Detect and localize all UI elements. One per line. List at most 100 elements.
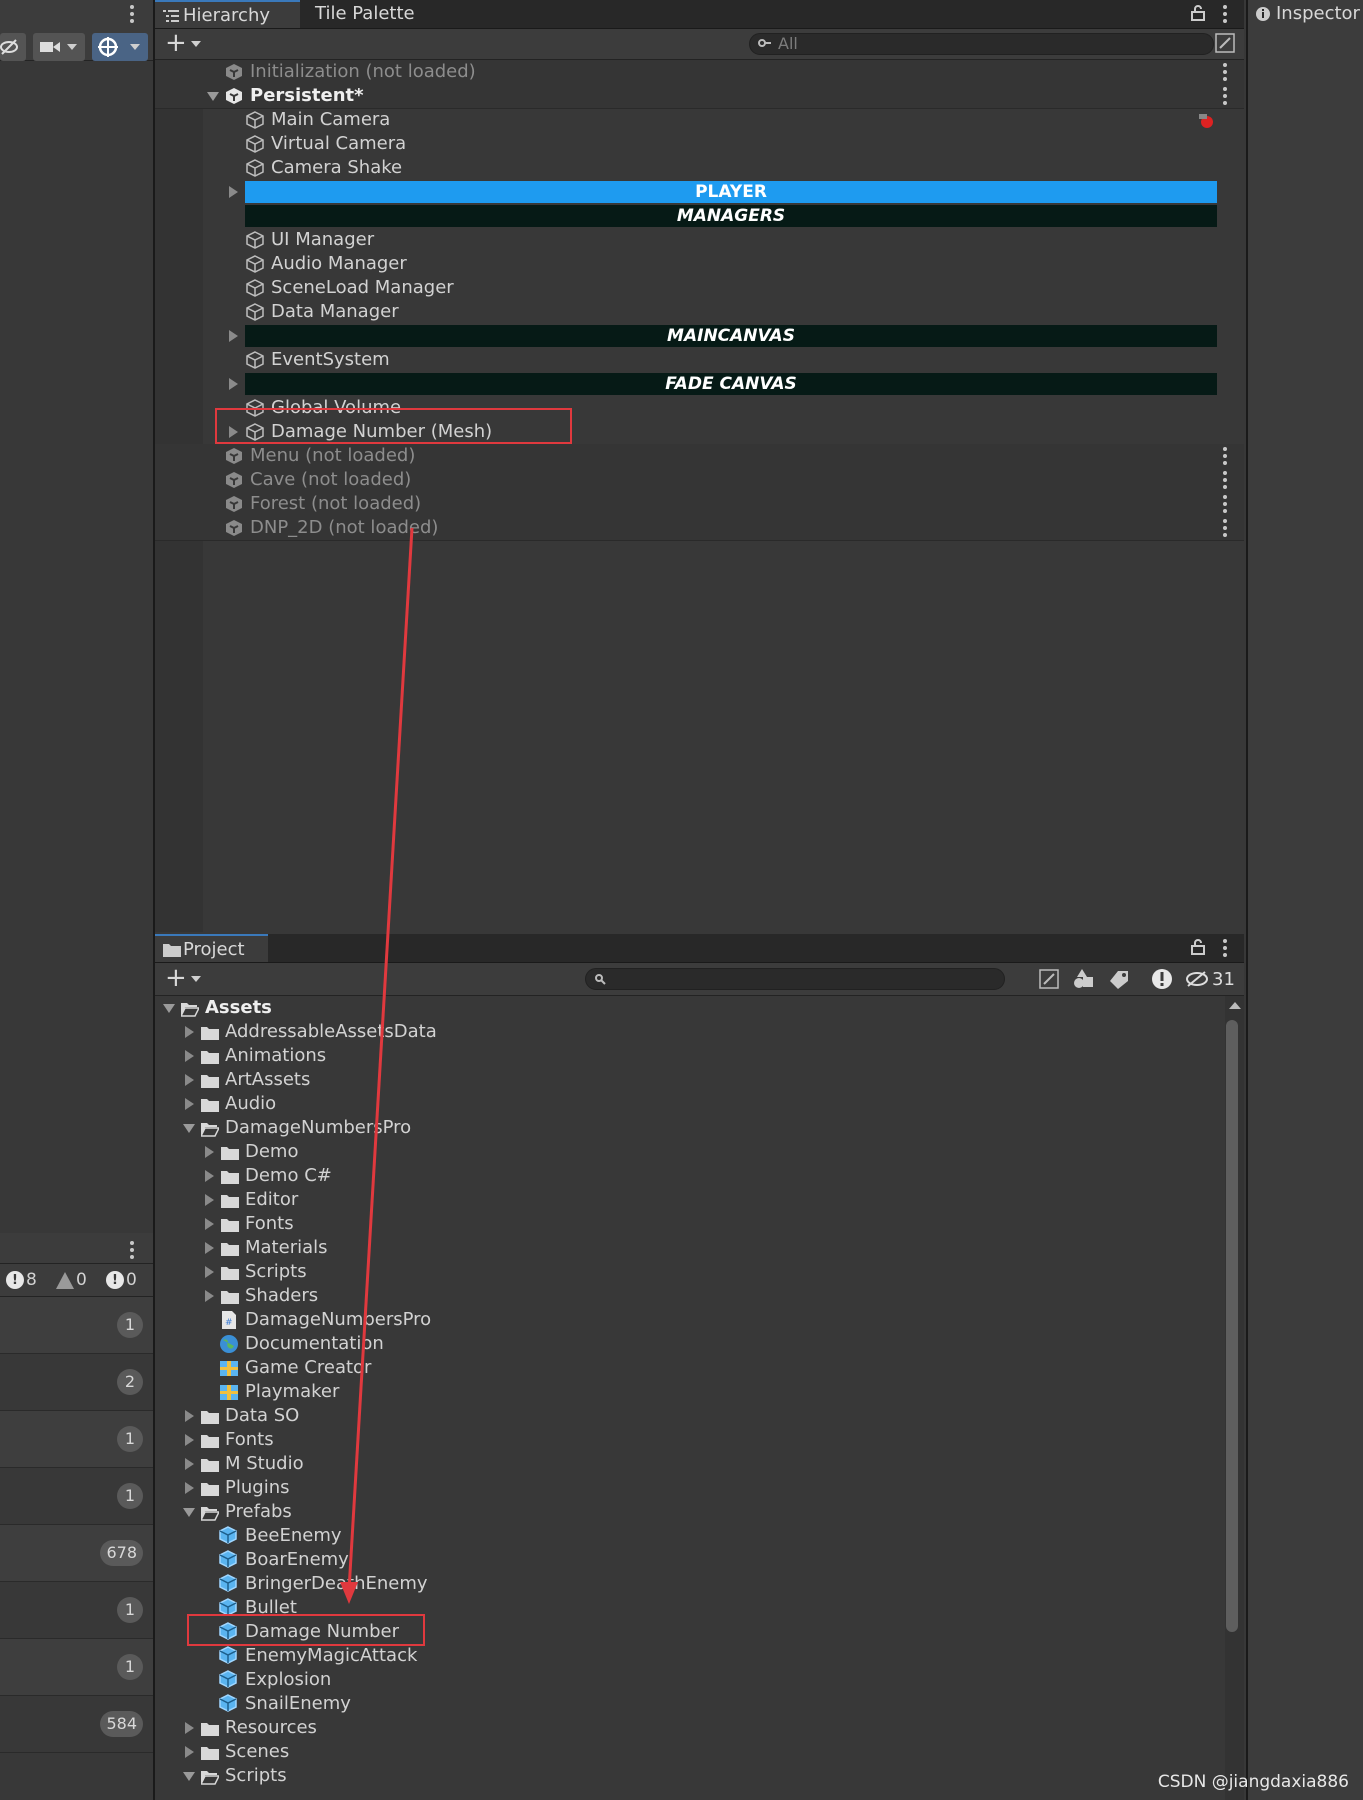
gameobject-row[interactable]: Camera Shake: [155, 156, 1244, 180]
project-folder-row[interactable]: Editor: [155, 1188, 1225, 1212]
scene-menu-kebab-icon[interactable]: [1223, 471, 1227, 492]
project-scrollbar-thumb[interactable]: [1226, 1020, 1238, 1632]
expand-arrow-icon[interactable]: [185, 1722, 194, 1734]
project-folder-row[interactable]: Scenes: [155, 1740, 1225, 1764]
project-folder-row[interactable]: AddressableAssetsData: [155, 1020, 1225, 1044]
hierarchy-search-input[interactable]: All: [749, 33, 1214, 55]
expand-arrow-icon[interactable]: [229, 378, 238, 390]
expand-arrow-icon[interactable]: [185, 1434, 194, 1446]
hierarchy-header-row[interactable]: FADE CANVAS: [155, 372, 1244, 396]
expand-arrow-icon[interactable]: [205, 1242, 214, 1254]
tab-inspector[interactable]: Inspector: [1248, 0, 1363, 28]
project-asset-row[interactable]: BoarEnemy: [155, 1548, 1225, 1572]
gameobject-row[interactable]: SceneLoad Manager: [155, 276, 1244, 300]
project-folder-row[interactable]: Assets: [155, 996, 1225, 1020]
project-folder-row[interactable]: Data SO: [155, 1404, 1225, 1428]
project-folder-row[interactable]: Demo: [155, 1140, 1225, 1164]
project-scrollbar-track[interactable]: [1225, 996, 1244, 1800]
expand-arrow-icon[interactable]: [205, 1194, 214, 1206]
project-folder-row[interactable]: Materials: [155, 1236, 1225, 1260]
expand-arrow-icon[interactable]: [183, 1508, 195, 1517]
expand-arrow-icon[interactable]: [205, 1290, 214, 1302]
tab-hierarchy[interactable]: Hierarchy: [155, 0, 300, 28]
scene-row[interactable]: Persistent*: [155, 84, 1244, 109]
scene-row[interactable]: DNP_2D (not loaded): [155, 516, 1244, 541]
scene-menu-kebab-icon[interactable]: [1223, 63, 1227, 84]
expand-arrow-icon[interactable]: [207, 92, 219, 101]
expand-arrow-icon[interactable]: [185, 1050, 194, 1062]
project-folder-row[interactable]: ArtAssets: [155, 1068, 1225, 1092]
project-asset-row[interactable]: Documentation: [155, 1332, 1225, 1356]
hierarchy-menu-kebab-icon[interactable]: [1223, 5, 1227, 26]
gizmos-dropdown-button[interactable]: [92, 33, 148, 61]
gameobject-row[interactable]: UI Manager: [155, 228, 1244, 252]
lock-icon[interactable]: [1191, 939, 1205, 955]
label-tag-icon[interactable]: [1110, 969, 1130, 989]
expand-arrow-icon[interactable]: [183, 1124, 195, 1133]
scene-menu-kebab-icon[interactable]: [1223, 495, 1227, 516]
gameobject-row[interactable]: Audio Manager: [155, 252, 1244, 276]
expand-arrow-icon[interactable]: [185, 1410, 194, 1422]
project-folder-row[interactable]: Fonts: [155, 1212, 1225, 1236]
hidden-packages-toggle[interactable]: 31: [1185, 967, 1235, 991]
gameobject-row[interactable]: Virtual Camera: [155, 132, 1244, 156]
hierarchy-header-row[interactable]: MANAGERS: [155, 204, 1244, 228]
scene-row[interactable]: Forest (not loaded): [155, 492, 1244, 517]
project-asset-row[interactable]: EnemyMagicAttack: [155, 1644, 1225, 1668]
create-asset-button[interactable]: +: [165, 964, 201, 992]
project-asset-row[interactable]: Explosion: [155, 1668, 1225, 1692]
project-asset-row[interactable]: Game Creator: [155, 1356, 1225, 1380]
visibility-toggle-button[interactable]: [0, 33, 26, 61]
camera-dropdown-button[interactable]: [33, 33, 85, 61]
scroll-up-icon[interactable]: [1229, 1002, 1241, 1009]
console-log-row[interactable]: 1: [0, 1297, 153, 1354]
expand-arrow-icon[interactable]: [183, 1772, 195, 1781]
maximize-icon[interactable]: [1039, 969, 1059, 989]
gameobject-row[interactable]: EventSystem: [155, 348, 1244, 372]
project-folder-row[interactable]: Audio: [155, 1092, 1225, 1116]
expand-arrow-icon[interactable]: [185, 1482, 194, 1494]
project-asset-row[interactable]: # DamageNumbersPro: [155, 1308, 1225, 1332]
lock-icon[interactable]: [1191, 5, 1205, 21]
project-folder-row[interactable]: Plugins: [155, 1476, 1225, 1500]
expand-arrow-icon[interactable]: [185, 1458, 194, 1470]
expand-arrow-icon[interactable]: [185, 1026, 194, 1038]
tab-project[interactable]: Project: [155, 934, 268, 962]
project-folder-row[interactable]: Animations: [155, 1044, 1225, 1068]
error-count-toggle[interactable]: ! 8: [6, 1268, 37, 1292]
console-menu-kebab-icon[interactable]: [130, 1241, 134, 1262]
project-folder-row[interactable]: M Studio: [155, 1452, 1225, 1476]
expand-arrow-icon[interactable]: [205, 1266, 214, 1278]
project-folder-row[interactable]: Shaders: [155, 1284, 1225, 1308]
expand-arrow-icon[interactable]: [229, 186, 238, 198]
project-folder-row[interactable]: Prefabs: [155, 1500, 1225, 1524]
left-menu-kebab-icon[interactable]: [130, 5, 134, 26]
project-menu-kebab-icon[interactable]: [1223, 939, 1227, 960]
project-asset-row[interactable]: Damage Number: [155, 1614, 1225, 1646]
gameobject-row[interactable]: Main Camera: [155, 108, 1244, 132]
project-search-input[interactable]: [585, 968, 1005, 990]
console-log-row[interactable]: 1: [0, 1582, 153, 1639]
expand-arrow-icon[interactable]: [205, 1218, 214, 1230]
console-log-row[interactable]: 1: [0, 1411, 153, 1468]
expand-arrow-icon[interactable]: [185, 1746, 194, 1758]
console-log-row[interactable]: 584: [0, 1696, 153, 1753]
project-folder-row[interactable]: Scripts: [155, 1260, 1225, 1284]
scene-menu-kebab-icon[interactable]: [1223, 519, 1227, 540]
create-button[interactable]: +: [165, 29, 201, 57]
info-count-toggle[interactable]: ! 0: [106, 1268, 137, 1292]
tab-tile-palette[interactable]: Tile Palette: [301, 0, 431, 28]
gameobject-row[interactable]: Damage Number (Mesh): [155, 408, 1244, 444]
warning-count-toggle[interactable]: 0: [56, 1268, 87, 1292]
console-log-row[interactable]: 2: [0, 1354, 153, 1411]
project-folder-row[interactable]: DamageNumbersPro: [155, 1116, 1225, 1140]
expand-arrow-icon[interactable]: [185, 1074, 194, 1086]
console-log-row[interactable]: 1: [0, 1468, 153, 1525]
project-asset-row[interactable]: Playmaker: [155, 1380, 1225, 1404]
expand-arrow-icon[interactable]: [229, 330, 238, 342]
scene-row[interactable]: Initialization (not loaded): [155, 60, 1244, 85]
project-asset-row[interactable]: SnailEnemy: [155, 1692, 1225, 1716]
scene-row[interactable]: Menu (not loaded): [155, 444, 1244, 469]
scene-menu-kebab-icon[interactable]: [1223, 447, 1227, 468]
expand-arrow-icon[interactable]: [185, 1098, 194, 1110]
